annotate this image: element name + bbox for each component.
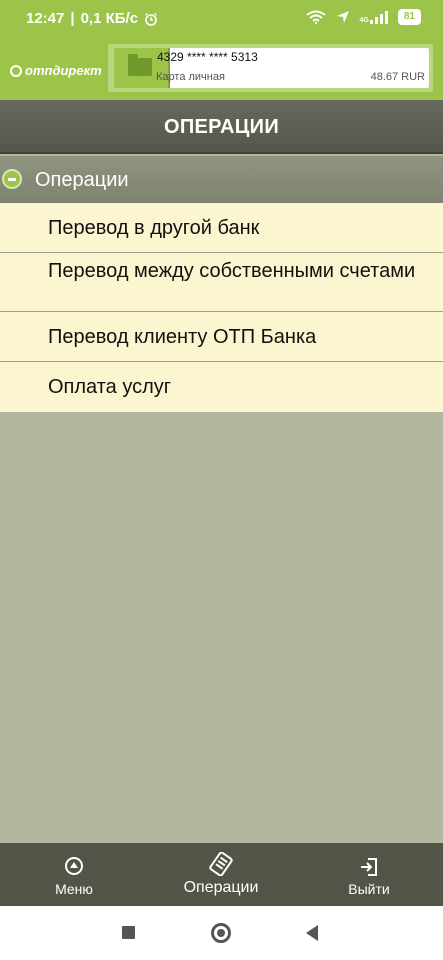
- system-nav-bar: [0, 906, 443, 960]
- wifi-icon: [305, 10, 326, 24]
- operation-label: Перевод между собственными счетами: [48, 260, 416, 282]
- operation-label: Перевод клиенту ОТП Банка: [48, 326, 317, 348]
- nav-exit-button[interactable]: Выйти: [330, 843, 408, 906]
- operation-transfer-own-accounts[interactable]: Перевод между собственными счетами: [0, 253, 443, 312]
- network-type: 4G: [359, 17, 369, 24]
- home-button[interactable]: [210, 922, 232, 944]
- app-header: отпдирект 4329 **** **** 5313 Карта личн…: [0, 36, 443, 100]
- operation-label: Оплата услуг: [48, 376, 172, 398]
- back-triangle-icon: [306, 925, 318, 941]
- nav-operations-button[interactable]: Операции: [170, 843, 272, 906]
- logo-text: отпдирект: [25, 63, 102, 78]
- otp-logo: отпдирект: [10, 63, 102, 78]
- status-time: 12:47: [26, 10, 65, 27]
- square-icon: [122, 926, 135, 939]
- card-number: 4329 **** **** 5313: [157, 50, 258, 64]
- nav-menu-label: Меню: [55, 881, 93, 897]
- section-header-operations[interactable]: Операции: [0, 156, 443, 203]
- operation-pay-services[interactable]: Оплата услуг: [0, 362, 443, 412]
- title-bar: ОПЕРАЦИИ: [0, 100, 443, 154]
- card-type: Карта личная: [156, 71, 225, 83]
- operations-icon: [208, 851, 234, 881]
- card-panel: 4329 **** **** 5313 Карта личная 48.67 R…: [114, 48, 429, 88]
- card-selector[interactable]: 4329 **** **** 5313 Карта личная 48.67 R…: [108, 44, 433, 92]
- status-right: 4G 81: [305, 9, 421, 25]
- operation-transfer-otp-client[interactable]: Перевод клиенту ОТП Банка: [0, 312, 443, 362]
- nav-exit-label: Выйти: [348, 881, 390, 897]
- alarm-icon: [145, 12, 157, 26]
- back-button[interactable]: [302, 922, 324, 944]
- battery-icon: 81: [397, 9, 421, 25]
- operation-label: Перевод в другой банк: [48, 217, 260, 239]
- recent-apps-button[interactable]: [118, 922, 140, 944]
- collapse-icon[interactable]: [2, 169, 22, 189]
- section-label: Операции: [35, 169, 129, 191]
- menu-icon: [65, 857, 83, 875]
- status-speed: 0,1 КБ/с: [80, 10, 139, 27]
- home-circle-icon: [211, 923, 231, 943]
- status-left: 12:47 | 0,1 КБ/с: [26, 10, 158, 27]
- signal-icon: [369, 10, 388, 24]
- nav-operations-label: Операции: [183, 879, 259, 896]
- exit-icon: [359, 857, 379, 882]
- page-title: ОПЕРАЦИИ: [163, 116, 280, 138]
- otp-logo-icon: [10, 64, 22, 77]
- status-bar: 12:47 | 0,1 КБ/с 4G 81: [0, 0, 443, 36]
- operation-transfer-other-bank[interactable]: Перевод в другой банк: [0, 203, 443, 253]
- card-balance: 48.67 RUR: [370, 71, 425, 83]
- nav-menu-button[interactable]: Меню: [34, 843, 114, 906]
- bottom-nav: Меню Операции Выйти: [0, 843, 443, 906]
- location-icon: [336, 11, 349, 23]
- status-divider: |: [70, 10, 75, 27]
